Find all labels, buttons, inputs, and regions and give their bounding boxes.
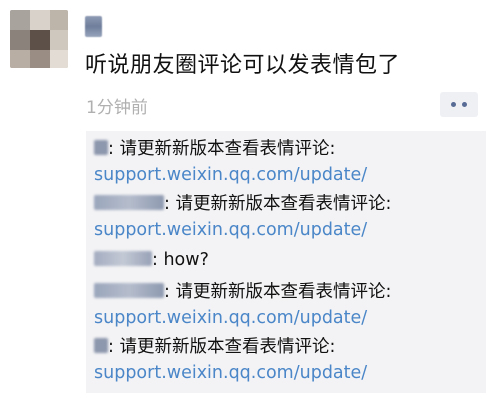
more-button[interactable] [440,92,478,117]
comment-text: 请更新新版本查看表情评论: [169,194,392,214]
avatar[interactable] [10,10,68,68]
comment-text: 请更新新版本查看表情评论: [169,282,392,302]
comment-item[interactable]: : 请更新新版本查看表情评论: support.weixin.qq.com/up… [94,138,367,186]
more-dots-icon [451,102,456,107]
comment-text: how? [157,250,209,270]
comment-item[interactable]: : how? [94,249,209,271]
comment-link[interactable]: support.weixin.qq.com/update/ [94,219,391,241]
comment-link[interactable]: support.weixin.qq.com/update/ [94,164,367,186]
comment-item[interactable]: : 请更新新版本查看表情评论: support.weixin.qq.com/up… [94,281,391,329]
commenter-name[interactable] [94,337,108,353]
comment-item[interactable]: : 请更新新版本查看表情评论: support.weixin.qq.com/up… [94,193,391,241]
commenter-name[interactable] [94,250,152,266]
comment-text: 请更新新版本查看表情评论: [113,337,336,357]
commenter-name[interactable] [94,194,164,210]
comment-link[interactable]: support.weixin.qq.com/update/ [94,362,367,384]
more-dots-icon [462,102,467,107]
comment-link[interactable]: support.weixin.qq.com/update/ [94,307,391,329]
comments-section: : 请更新新版本查看表情评论: support.weixin.qq.com/up… [86,131,486,393]
post-timestamp: 1分钟前 [86,98,148,118]
comment-text: 请更新新版本查看表情评论: [113,139,336,159]
author-name[interactable] [85,16,102,37]
commenter-name[interactable] [94,282,164,298]
comment-item[interactable]: : 请更新新版本查看表情评论: support.weixin.qq.com/up… [94,336,367,384]
commenter-name[interactable] [94,139,108,155]
post-text: 听说朋友圈评论可以发表情包了 [85,53,401,78]
